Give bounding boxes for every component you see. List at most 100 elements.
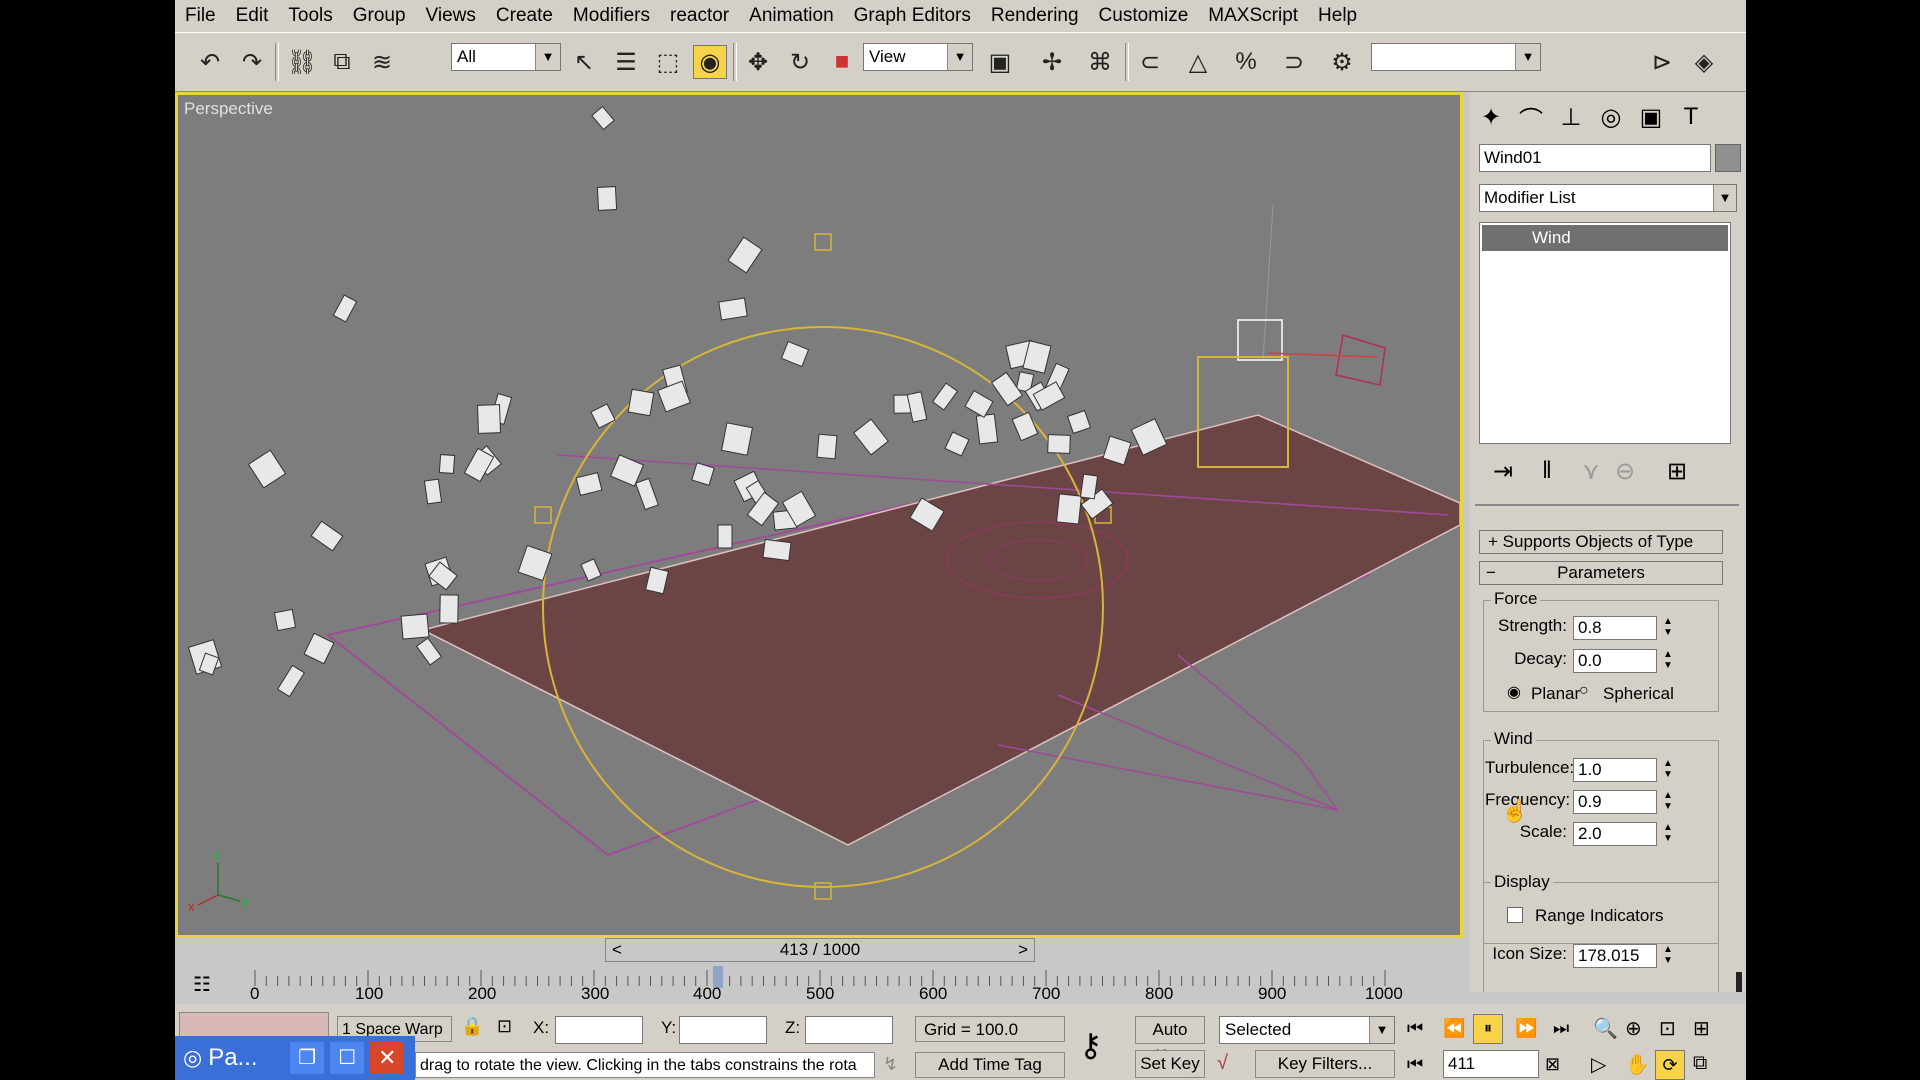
object-color-swatch[interactable] [1715, 144, 1741, 172]
menu-maxscript[interactable]: MAXScript [1198, 0, 1308, 32]
key-filters-button[interactable]: Key Filters... [1255, 1050, 1395, 1078]
percent-snap-icon[interactable]: % [1229, 45, 1263, 79]
spinner-arrows-icon[interactable]: ▲ ▼ [1661, 649, 1675, 673]
menu-customize[interactable]: Customize [1089, 0, 1199, 32]
hierarchy-tab-icon[interactable]: ⊥ [1553, 100, 1589, 134]
spinner-arrows-icon[interactable]: ▲ ▼ [1661, 790, 1675, 814]
zoom-extents-icon[interactable]: ⊡ [1659, 1016, 1676, 1041]
scale-spinner[interactable]: 2.0 [1573, 822, 1657, 846]
show-end-result-icon[interactable]: ‖ [1529, 454, 1565, 488]
next-frame-icon[interactable]: ⏩ [1515, 1018, 1537, 1039]
current-frame-field[interactable]: 411 [1443, 1050, 1539, 1078]
menu-edit[interactable]: Edit [226, 0, 279, 32]
menu-rendering[interactable]: Rendering [981, 0, 1089, 32]
strength-spinner[interactable]: 0.8 [1573, 616, 1657, 640]
menu-views[interactable]: Views [416, 0, 486, 32]
sphere-handle-top[interactable] [814, 233, 832, 251]
menu-create[interactable]: Create [486, 0, 563, 32]
y-coordinate-field[interactable] [679, 1016, 767, 1044]
field-of-view-icon[interactable]: ▷ [1591, 1052, 1606, 1077]
menu-graph-editors[interactable]: Graph Editors [844, 0, 981, 32]
create-tab-icon[interactable]: ✦ [1473, 100, 1509, 134]
decay-spinner[interactable]: 0.0 [1573, 649, 1657, 673]
rectangular-selection-icon[interactable]: ⬚ [651, 45, 685, 79]
spherical-radio[interactable]: ○ [1579, 682, 1589, 700]
display-tab-icon[interactable]: ▣ [1633, 100, 1669, 134]
script-icon[interactable]: ↯ [883, 1054, 898, 1075]
keyboard-shortcut-icon[interactable]: ⌘ [1083, 45, 1117, 79]
bind-space-warp-icon[interactable]: ≋ [365, 45, 399, 79]
sphere-handle-left[interactable] [534, 506, 552, 524]
pivot-center-icon[interactable]: ▣ [983, 45, 1017, 79]
modify-tab-icon[interactable]: ⌒ [1513, 100, 1549, 134]
time-configuration-icon[interactable]: ⊠ [1545, 1054, 1560, 1075]
menu-animation[interactable]: Animation [739, 0, 844, 32]
menu-modifiers[interactable]: Modifiers [563, 0, 660, 32]
unlink-icon[interactable]: ⧉ [325, 45, 359, 79]
menu-file[interactable]: File [175, 0, 226, 32]
default-tangent-icon[interactable]: √ [1217, 1052, 1228, 1075]
taskbar-item[interactable]: ◎ Pa... ❐ ☐ ✕ [175, 1036, 415, 1080]
perspective-viewport[interactable]: Perspective z x y [175, 92, 1463, 938]
selection-filter-dropdown[interactable]: All ▼ [451, 43, 561, 71]
rollout-supports-objects[interactable]: + Supports Objects of Type [1479, 530, 1723, 554]
zoom-extents-all-icon[interactable]: ⊞ [1693, 1016, 1710, 1041]
add-time-tag-button[interactable]: Add Time Tag [915, 1052, 1065, 1078]
pause-icon[interactable]: ⏸ [1473, 1014, 1503, 1044]
menu-group[interactable]: Group [343, 0, 416, 32]
stack-item-wind[interactable]: Wind [1482, 225, 1728, 251]
maximize-icon[interactable]: ☐ [330, 1042, 365, 1074]
go-to-start-icon[interactable]: ⏮ [1407, 1018, 1423, 1039]
maximize-viewport-icon[interactable]: ⧉ [1693, 1052, 1707, 1075]
spinner-snap-icon[interactable]: ⊃ [1277, 45, 1311, 79]
redo-icon[interactable]: ↷ [235, 45, 269, 79]
key-selection-dropdown[interactable]: Selected ▼ [1219, 1016, 1395, 1044]
auto-key-button[interactable]: Auto Key [1135, 1016, 1205, 1065]
scale-icon[interactable]: ■ [825, 45, 859, 79]
track-bar[interactable]: ☷ 0 100 200 300 400 500 600 700 800 900 … [175, 962, 1465, 1004]
mirror-icon[interactable]: ⊳ [1645, 45, 1679, 79]
object-name-field[interactable]: Wind01 [1479, 144, 1711, 172]
select-by-name-icon[interactable]: ☰ [609, 45, 643, 79]
turbulence-spinner[interactable]: 1.0 [1573, 758, 1657, 782]
window-crossing-icon[interactable]: ◉ [693, 45, 727, 79]
chevron-left-icon[interactable]: < [612, 939, 622, 961]
icon-size-spinner[interactable]: 178.015 [1573, 944, 1657, 968]
panel-scrollbar[interactable] [1736, 972, 1742, 992]
motion-tab-icon[interactable]: ◎ [1593, 100, 1629, 134]
align-icon[interactable]: ◈ [1687, 45, 1721, 79]
lock-icon[interactable]: 🔒 [461, 1016, 483, 1037]
snap-3d-icon[interactable]: ⊂ [1133, 45, 1167, 79]
undo-icon[interactable]: ↶ [193, 45, 227, 79]
spinner-arrows-icon[interactable]: ▲ ▼ [1661, 944, 1675, 968]
key-mode-toggle-icon[interactable]: ⏮ [1407, 1054, 1423, 1075]
zoom-all-icon[interactable]: ⊕ [1625, 1016, 1642, 1041]
set-key-icon[interactable]: ⚷ [1079, 1026, 1102, 1064]
chevron-right-icon[interactable]: > [1018, 939, 1028, 961]
edit-named-selection-icon[interactable]: ⚙ [1325, 45, 1359, 79]
frequency-spinner[interactable]: 0.9 [1573, 790, 1657, 814]
rollout-parameters[interactable]: − Parameters [1479, 561, 1723, 585]
make-unique-icon[interactable]: ⋎ [1573, 454, 1609, 488]
rotate-icon[interactable]: ↻ [783, 45, 817, 79]
move-icon[interactable]: ✥ [741, 45, 775, 79]
select-object-icon[interactable]: ↖ [567, 45, 601, 79]
previous-frame-icon[interactable]: ⏪ [1443, 1018, 1465, 1039]
sphere-handle-bottom[interactable] [814, 882, 832, 900]
set-key-button[interactable]: Set Key [1135, 1050, 1205, 1078]
arc-rotate-icon[interactable]: ⟳ [1655, 1050, 1685, 1080]
x-coordinate-field[interactable] [555, 1016, 643, 1044]
spinner-arrows-icon[interactable]: ▲ ▼ [1661, 758, 1675, 782]
zoom-icon[interactable]: 🔍 [1593, 1016, 1618, 1041]
angle-snap-icon[interactable]: △ [1181, 45, 1215, 79]
menu-help[interactable]: Help [1308, 0, 1367, 32]
menu-tools[interactable]: Tools [278, 0, 342, 32]
absolute-mode-icon[interactable]: ⊡ [497, 1016, 512, 1037]
close-icon[interactable]: ✕ [370, 1042, 405, 1074]
spinner-arrows-icon[interactable]: ▲ ▼ [1661, 616, 1675, 640]
select-manipulate-icon[interactable]: ✢ [1035, 45, 1069, 79]
spinner-arrows-icon[interactable]: ▲ ▼ [1661, 822, 1675, 846]
time-slider[interactable]: < 413 / 1000 > [605, 938, 1035, 962]
pan-icon[interactable]: ✋ [1625, 1052, 1650, 1077]
range-indicators-checkbox[interactable] [1507, 907, 1523, 923]
